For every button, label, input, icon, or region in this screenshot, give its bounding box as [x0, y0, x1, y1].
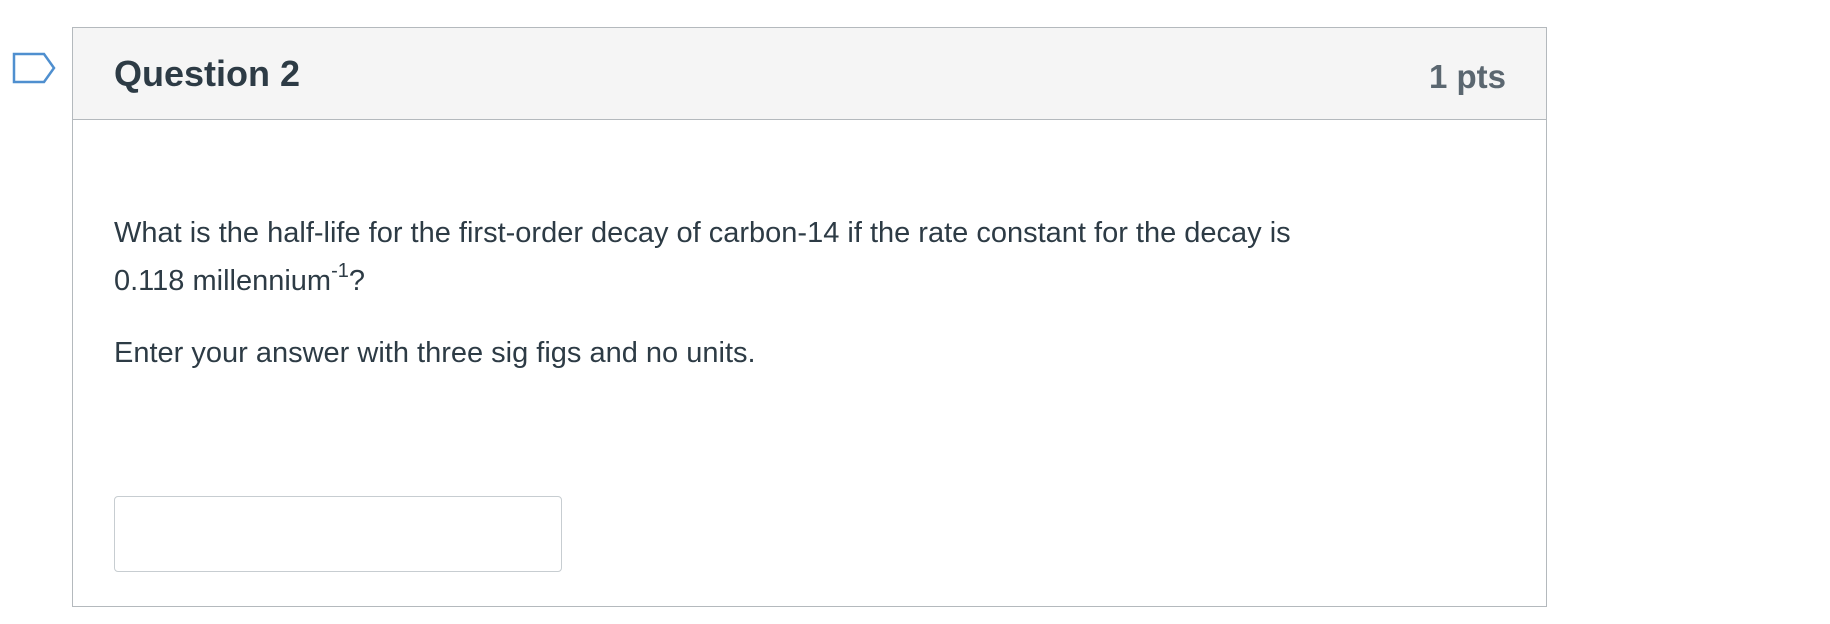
- question-text-line1: What is the half-life for the first-orde…: [114, 217, 1291, 249]
- question-title: Question 2: [114, 53, 301, 94]
- question-points: 1 pts: [1428, 58, 1506, 95]
- question-instruction: Enter your answer with three sig figs an…: [114, 337, 756, 369]
- answer-input[interactable]: [114, 496, 562, 572]
- question-card: Question 2 1 pts What is the half-life f…: [72, 27, 1547, 607]
- question-text: What is the half-life for the first-orde…: [114, 209, 1514, 305]
- bookmark-flag-icon[interactable]: [12, 52, 56, 92]
- question-mark: ?: [348, 265, 366, 297]
- question-header: Question 2 1 pts: [73, 28, 1546, 120]
- rate-constant-value: 0.118 millennium: [114, 265, 332, 297]
- rate-constant-exponent: -1: [331, 260, 349, 283]
